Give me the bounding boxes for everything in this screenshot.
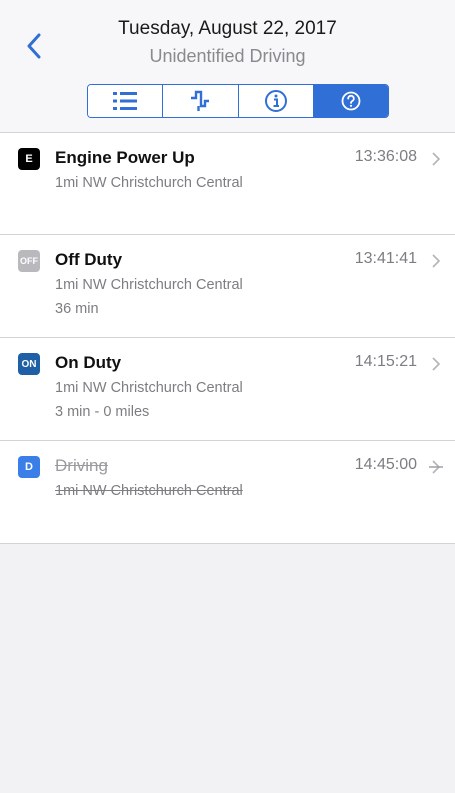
tab-help[interactable] <box>313 85 388 117</box>
event-badge: OFF <box>18 250 40 272</box>
tab-graph[interactable] <box>163 85 239 117</box>
chevron-right-icon <box>432 357 441 371</box>
event-row-driving[interactable]: D Driving 1mi NW Christchurch Central 14… <box>0 441 455 544</box>
info-icon <box>264 90 287 112</box>
event-badge: ON <box>18 353 40 375</box>
event-location: 1mi NW Christchurch Central <box>55 277 243 293</box>
chevron-right-icon <box>432 254 441 268</box>
event-time: 13:36:08 <box>354 148 417 165</box>
event-badge: E <box>18 148 40 170</box>
event-badge: D <box>18 456 40 478</box>
chevron-right-icon <box>429 460 443 474</box>
tab-info[interactable] <box>238 85 314 117</box>
event-duration: 3 min - 0 miles <box>55 404 150 420</box>
event-duration: 36 min <box>55 301 99 317</box>
event-title: Engine Power Up <box>55 148 195 167</box>
view-segmented-control <box>87 84 389 118</box>
event-row-engine-power-up[interactable]: E Engine Power Up 1mi NW Christchurch Ce… <box>0 133 455 235</box>
event-list: E Engine Power Up 1mi NW Christchurch Ce… <box>0 133 455 544</box>
event-location: 1mi NW Christchurch Central <box>55 175 243 191</box>
list-icon <box>113 92 138 110</box>
tab-list[interactable] <box>88 85 164 117</box>
event-title: Off Duty <box>55 250 123 269</box>
event-time: 14:45:00 <box>354 456 417 473</box>
event-location: 1mi NW Christchurch Central <box>55 380 243 396</box>
event-title: On Duty <box>55 353 122 372</box>
graph-icon <box>191 90 210 111</box>
header: Tuesday, August 22, 2017 Unidentified Dr… <box>0 0 455 133</box>
chevron-right-icon <box>432 152 441 166</box>
event-location: 1mi NW Christchurch Central <box>55 483 243 499</box>
page-title: Tuesday, August 22, 2017 <box>118 18 337 39</box>
help-icon <box>341 91 361 111</box>
event-time: 14:15:21 <box>354 353 417 370</box>
event-title: Driving <box>55 456 108 475</box>
page-subtitle: Unidentified Driving <box>149 46 306 66</box>
event-row-on-duty[interactable]: ON On Duty 1mi NW Christchurch Central 3… <box>0 338 455 441</box>
event-row-off-duty[interactable]: OFF Off Duty 1mi NW Christchurch Central… <box>0 235 455 338</box>
event-time: 13:41:41 <box>354 250 417 267</box>
